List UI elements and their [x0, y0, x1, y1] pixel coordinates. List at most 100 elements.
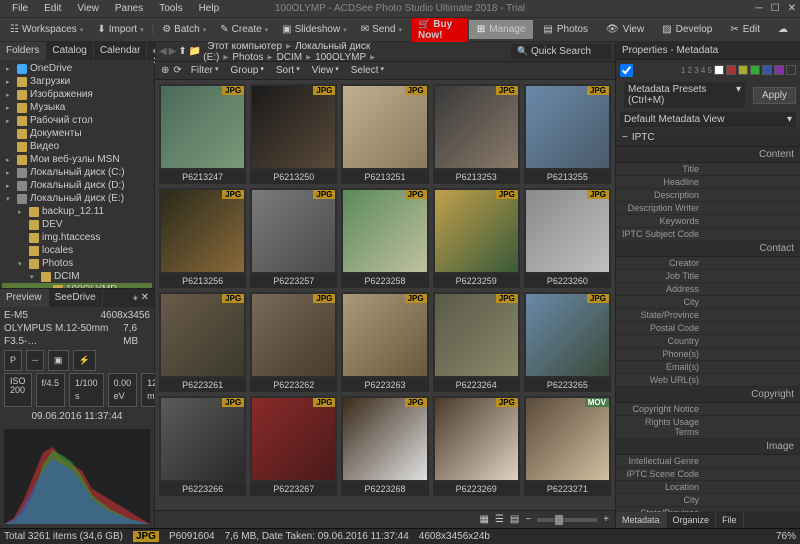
- thumbnail[interactable]: JPGP6223262: [250, 292, 337, 392]
- tree-node[interactable]: ▸Локальный диск (D:): [2, 179, 152, 192]
- iptc-field[interactable]: Rights Usage Terms: [616, 416, 800, 439]
- buy-now-button[interactable]: 🛒 Buy Now!: [412, 16, 467, 44]
- tab-folders[interactable]: Folders: [0, 42, 46, 60]
- swatch-yellow[interactable]: [738, 65, 748, 75]
- thumbnail[interactable]: JPGP6213251: [341, 84, 428, 184]
- close-icon[interactable]: ✕: [788, 3, 796, 14]
- zoom-in-icon[interactable]: +: [603, 514, 609, 525]
- swatch-white[interactable]: [714, 65, 724, 75]
- iptc-field[interactable]: State/Province: [616, 309, 800, 322]
- sort-button[interactable]: Sort ▾: [271, 63, 305, 78]
- iptc-field[interactable]: Keywords: [616, 215, 800, 228]
- menu-file[interactable]: File: [4, 1, 36, 16]
- thumbnail[interactable]: JPGP6223259: [433, 188, 520, 288]
- swatch-none[interactable]: [786, 65, 796, 75]
- iptc-field[interactable]: City: [616, 296, 800, 309]
- thumbnail[interactable]: MOVP6223271: [524, 396, 611, 496]
- zoom-out-icon[interactable]: −: [525, 514, 531, 525]
- thumbnail[interactable]: JPGP6223268: [341, 396, 428, 496]
- iptc-field[interactable]: IPTC Subject Code: [616, 228, 800, 241]
- thumbnail[interactable]: JPGP6213253: [433, 84, 520, 184]
- tab-metadata[interactable]: Metadata: [616, 512, 667, 528]
- iptc-field[interactable]: Location: [616, 481, 800, 494]
- menu-edit[interactable]: Edit: [36, 1, 69, 16]
- swatch-red[interactable]: [726, 65, 736, 75]
- create-button[interactable]: ✎ Create ▾: [214, 21, 274, 38]
- iptc-field[interactable]: Phone(s): [616, 348, 800, 361]
- swatch-green[interactable]: [750, 65, 760, 75]
- menu-tools[interactable]: Tools: [151, 1, 190, 16]
- tree-node[interactable]: ▾Локальный диск (E:): [2, 192, 152, 205]
- iptc-field[interactable]: Intellectual Genre: [616, 455, 800, 468]
- thumb-size-slider[interactable]: [537, 518, 597, 522]
- iptc-field[interactable]: Description Writer: [616, 202, 800, 215]
- send-button[interactable]: ✉ Send ▾: [355, 21, 408, 38]
- mode-develop[interactable]: ▨ Develop: [654, 20, 720, 39]
- tab-preview[interactable]: Preview: [0, 289, 49, 307]
- tree-node[interactable]: Документы: [2, 127, 152, 140]
- view-button[interactable]: View ▾: [307, 63, 344, 78]
- filter-button[interactable]: Filter ▾: [186, 63, 224, 78]
- thumbnail[interactable]: JPGP6223263: [341, 292, 428, 392]
- tree-node[interactable]: ▸Изображения: [2, 88, 152, 101]
- metadata-view-select[interactable]: Default Metadata View▾: [620, 112, 796, 127]
- minimize-icon[interactable]: ─: [756, 3, 763, 14]
- tab-catalog[interactable]: Catalog: [46, 42, 93, 60]
- tree-node[interactable]: img.htaccess: [2, 231, 152, 244]
- thumbnail[interactable]: JPGP6223266: [159, 396, 246, 496]
- thumbnail[interactable]: JPGP6223264: [433, 292, 520, 392]
- batch-button[interactable]: ⚙ Batch ▾: [156, 21, 212, 38]
- tree-node[interactable]: ▸Локальный диск (C:): [2, 166, 152, 179]
- tree-node[interactable]: ▸OneDrive: [2, 62, 152, 75]
- thumbnail[interactable]: JPGP6223261: [159, 292, 246, 392]
- tab-seedrive[interactable]: SeeDrive: [49, 289, 103, 307]
- menu-panes[interactable]: Panes: [107, 1, 151, 16]
- mode-edit[interactable]: ✂ Edit: [722, 20, 768, 39]
- tab-calendar[interactable]: Calendar: [94, 42, 148, 60]
- iptc-field[interactable]: Job Title: [616, 270, 800, 283]
- iptc-field[interactable]: Postal Code: [616, 322, 800, 335]
- tree-node[interactable]: ▸backup_12.11: [2, 205, 152, 218]
- iptc-field[interactable]: City: [616, 494, 800, 507]
- menu-help[interactable]: Help: [191, 1, 228, 16]
- thumbnail[interactable]: JPGP6213256: [159, 188, 246, 288]
- tree-node[interactable]: ▸Мои веб-узлы MSN: [2, 153, 152, 166]
- iptc-field[interactable]: IPTC Scene Code: [616, 468, 800, 481]
- tree-node[interactable]: ▾DCIM: [2, 270, 152, 283]
- iptc-field[interactable]: Description: [616, 189, 800, 202]
- thumbnail[interactable]: JPGP6223269: [433, 396, 520, 496]
- menu-view[interactable]: View: [69, 1, 107, 16]
- thumbnail[interactable]: JPGP6223267: [250, 396, 337, 496]
- nav-up-icon[interactable]: ⬆: [178, 46, 186, 57]
- mode-photos[interactable]: ▤ Photos: [535, 20, 596, 39]
- mode-view[interactable]: 👁 View: [598, 20, 652, 39]
- preview-tools[interactable]: ⁎ ✕: [128, 289, 154, 307]
- iptc-field[interactable]: Copyright Notice: [616, 403, 800, 416]
- thumbnail[interactable]: JPGP6213250: [250, 84, 337, 184]
- tab-file[interactable]: File: [716, 512, 744, 528]
- tree-node[interactable]: ▸Загрузки: [2, 75, 152, 88]
- workspaces-button[interactable]: ☷ Workspaces ▾: [4, 21, 89, 38]
- nav-fwd-icon[interactable]: ▶: [169, 46, 177, 57]
- iptc-field[interactable]: Title: [616, 163, 800, 176]
- iptc-field[interactable]: Web URL(s): [616, 374, 800, 387]
- tree-node[interactable]: DEV: [2, 218, 152, 231]
- thumbnail[interactable]: JPGP6223260: [524, 188, 611, 288]
- nav-back-icon[interactable]: ◀: [159, 46, 167, 57]
- view-list-icon[interactable]: ☰: [495, 514, 504, 525]
- tree-node[interactable]: ▸Музыка: [2, 101, 152, 114]
- thumbnail[interactable]: JPGP6213247: [159, 84, 246, 184]
- tree-node[interactable]: locales: [2, 244, 152, 257]
- mode-manage[interactable]: ⊞ Manage: [469, 20, 534, 39]
- view-thumb-icon[interactable]: ▦: [479, 514, 488, 525]
- tree-node[interactable]: ▸Рабочий стол: [2, 114, 152, 127]
- thumbnail[interactable]: JPGP6223258: [341, 188, 428, 288]
- mode-365[interactable]: ☁: [770, 20, 796, 39]
- tree-node[interactable]: ▾Photos: [2, 257, 152, 270]
- thumbnail[interactable]: JPGP6223265: [524, 292, 611, 392]
- add-icon[interactable]: ⊕: [161, 65, 169, 76]
- iptc-field[interactable]: Creator: [616, 257, 800, 270]
- import-button[interactable]: ⬇ Import ▾: [91, 21, 149, 38]
- iptc-field[interactable]: Email(s): [616, 361, 800, 374]
- select-button[interactable]: Select ▾: [346, 63, 389, 78]
